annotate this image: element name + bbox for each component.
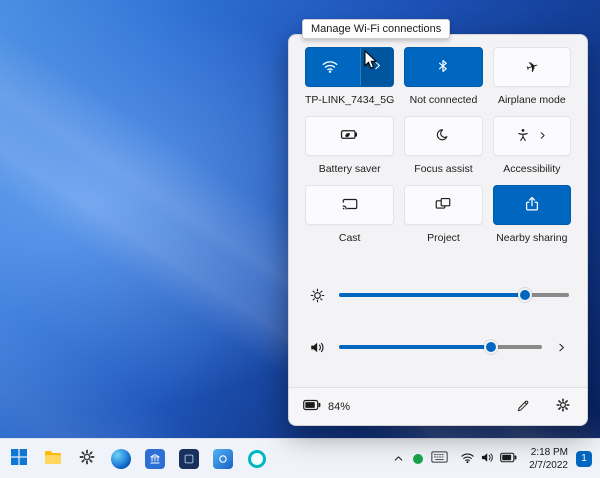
brightness-slider[interactable]	[339, 288, 569, 302]
focus-assist-tile-label: Focus assist	[414, 163, 473, 175]
start-button[interactable]	[4, 444, 34, 474]
focus-assist-cell: Focus assist	[404, 116, 483, 175]
battery-saver-tile[interactable]	[305, 116, 395, 156]
nearby-sharing-cell: Nearby sharing	[492, 185, 571, 244]
app-icon-columns	[145, 448, 165, 469]
crescent-moon-icon	[435, 127, 451, 146]
taskbar-app-2[interactable]	[174, 444, 204, 474]
bluetooth-icon	[435, 58, 451, 77]
battery-saver-tile-label: Battery saver	[318, 163, 381, 175]
accessibility-tile-label: Accessibility	[503, 163, 561, 175]
windows-logo-icon	[10, 448, 28, 469]
project-tile-label: Project	[427, 232, 460, 244]
quick-settings-tray-button[interactable]	[456, 447, 521, 471]
airplane-icon: ✈	[523, 57, 541, 78]
quick-settings-footer: 84%	[289, 387, 587, 425]
cast-tile-label: Cast	[338, 232, 361, 244]
notification-count-badge[interactable]: 1	[576, 450, 592, 467]
wifi-tile	[305, 47, 395, 87]
taskbar-edge[interactable]	[106, 444, 136, 474]
quick-settings-panel: TP-LINK_7434_5G Not connected ✈ Airplane…	[288, 34, 588, 426]
taskbar-apps	[0, 444, 272, 474]
volume-slider-thumb[interactable]	[484, 340, 499, 354]
edit-quick-settings-button[interactable]	[514, 396, 533, 418]
audio-output-chevron-button[interactable]	[554, 341, 569, 354]
project-tile[interactable]	[404, 185, 483, 225]
volume-row	[307, 332, 569, 362]
wifi-icon	[321, 57, 339, 78]
taskbar-app-3[interactable]	[208, 444, 238, 474]
speaker-icon	[307, 339, 327, 356]
accessibility-tile[interactable]	[492, 116, 571, 156]
nearby-sharing-tile[interactable]	[492, 185, 571, 225]
battery-percent-label: 84%	[328, 400, 351, 413]
gear-icon	[78, 448, 96, 469]
share-arrow-icon	[523, 195, 541, 216]
taskbar: 2:18 PM 2/7/2022 1	[0, 438, 600, 478]
bluetooth-cell: Not connected	[404, 47, 483, 106]
battery-saver-icon	[340, 125, 359, 147]
taskbar-file-explorer[interactable]	[38, 444, 68, 474]
tooltip-text: Manage Wi-Fi connections	[311, 23, 442, 35]
taskbar-app-1[interactable]	[140, 444, 170, 474]
taskbar-settings[interactable]	[72, 444, 102, 474]
chevron-right-icon	[537, 129, 548, 144]
keyboard-icon	[431, 451, 448, 466]
nearby-sharing-tile-label: Nearby sharing	[496, 232, 568, 244]
wifi-tile-label: TP-LINK_7434_5G	[305, 94, 395, 106]
bluetooth-tile-label: Not connected	[409, 94, 478, 106]
volume-slider-fill	[339, 340, 499, 354]
brightness-slider-thumb[interactable]	[518, 288, 533, 302]
brightness-slider-fill	[339, 288, 533, 302]
hidden-icons-chevron[interactable]	[392, 452, 405, 465]
clock-time: 2:18 PM	[530, 446, 568, 458]
focus-assist-tile[interactable]	[404, 116, 483, 156]
footer-actions	[514, 395, 573, 418]
airplane-tile-label: Airplane mode	[497, 94, 566, 106]
app-icon-blue	[213, 448, 233, 469]
accessibility-person-icon	[515, 127, 531, 146]
cast-cell: Cast	[305, 185, 395, 244]
green-status-dot-icon	[413, 453, 424, 464]
quick-settings-tile-grid: TP-LINK_7434_5G Not connected ✈ Airplane…	[305, 47, 571, 254]
airplane-cell: ✈ Airplane mode	[492, 47, 571, 106]
screen: TP-LINK_7434_5G Not connected ✈ Airplane…	[0, 0, 600, 478]
airplane-mode-tile[interactable]: ✈	[492, 47, 571, 87]
mouse-cursor	[364, 49, 378, 75]
clock-date: 2/7/2022	[529, 459, 568, 471]
project-cell: Project	[404, 185, 483, 244]
folder-icon	[43, 448, 63, 469]
accessibility-cell: Accessibility	[492, 116, 571, 175]
battery-status-button[interactable]: 84%	[303, 399, 350, 414]
project-icon	[434, 195, 452, 216]
wifi-icon	[460, 450, 475, 468]
taskbar-app-4[interactable]	[242, 444, 272, 474]
tooltip: Manage Wi-Fi connections	[302, 19, 451, 39]
wifi-cell: TP-LINK_7434_5G	[305, 47, 395, 106]
settings-button[interactable]	[553, 395, 573, 418]
speaker-icon	[480, 450, 495, 468]
edge-browser-icon	[111, 448, 131, 469]
volume-slider[interactable]	[339, 340, 542, 354]
cast-tile[interactable]	[305, 185, 395, 225]
system-tray: 2:18 PM 2/7/2022 1	[392, 446, 600, 472]
battery-saver-cell: Battery saver	[305, 116, 395, 175]
app-icon-navy	[179, 448, 199, 469]
clock-date-button[interactable]: 2:18 PM 2/7/2022	[529, 446, 568, 472]
bluetooth-tile[interactable]	[404, 47, 483, 87]
cast-icon	[341, 195, 359, 216]
brightness-sun-icon	[307, 287, 327, 304]
battery-icon	[500, 451, 517, 466]
touch-keyboard-button[interactable]	[431, 451, 448, 466]
battery-icon	[303, 399, 321, 414]
pencil-icon	[516, 398, 531, 416]
brightness-row	[307, 280, 569, 310]
tray-status-icon[interactable]	[413, 453, 424, 464]
gear-icon	[555, 397, 571, 416]
wifi-toggle-button[interactable]	[306, 48, 354, 86]
app-icon-teal-ring	[248, 449, 266, 468]
